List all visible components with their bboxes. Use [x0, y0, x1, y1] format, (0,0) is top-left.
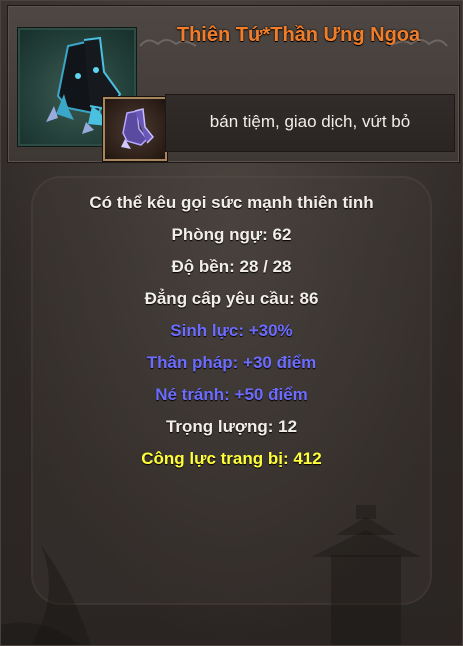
restriction-box: bán tiệm, giao dịch, vứt bỏ — [165, 94, 455, 152]
item-restrictions: bán tiệm, giao dịch, vứt bỏ — [209, 112, 411, 131]
item-header: Thiên Tứ*Thần Ưng Ngoa bán tiệm, giao dị… — [7, 5, 460, 163]
item-tooltip: Thiên Tứ*Thần Ưng Ngoa bán tiệm, giao dị… — [0, 0, 463, 646]
boots-thumbnail-icon — [103, 97, 167, 161]
cloud-ornament-right-icon — [390, 39, 448, 47]
stat-equip-power: Công lực trang bị: 412 — [141, 449, 322, 468]
stat-durability: Độ bền: 28 / 28 — [171, 257, 292, 276]
item-stats: Có thể kêu gọi sức mạnh thiên tinh Phòng… — [1, 187, 462, 475]
title-area: Thiên Tứ*Thần Ưng Ngoa — [138, 14, 459, 64]
stat-weight: Trọng lượng: 12 — [165, 417, 298, 436]
stat-evasion: Né tránh: +50 điểm — [155, 385, 308, 404]
stat-summon-power: Có thể kêu gọi sức mạnh thiên tinh — [89, 193, 374, 212]
stat-defense: Phòng ngự: 62 — [171, 225, 292, 244]
stat-agility: Thân pháp: +30 điểm — [146, 353, 317, 372]
stat-vitality: Sinh lực: +30% — [170, 321, 293, 340]
stat-required-level: Đẳng cấp yêu cầu: 86 — [144, 289, 319, 308]
